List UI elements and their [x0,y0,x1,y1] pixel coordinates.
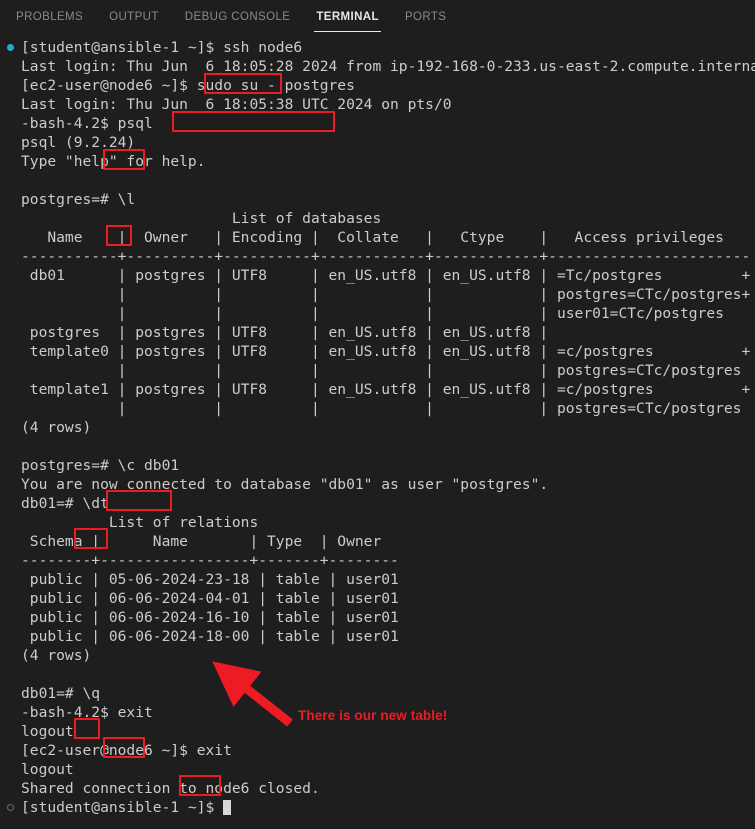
terminal-line-text: Type "help" for help. [21,153,206,170]
terminal-line-text: -----------+----------+----------+------… [21,248,751,265]
terminal-line-text: template1 | postgres | UTF8 | en_US.utf8… [21,381,751,398]
terminal-line: logout [0,722,755,741]
terminal-line: List of databases [0,209,755,228]
terminal-line: (4 rows) [0,418,755,437]
terminal-line: List of relations [0,513,755,532]
terminal-line-text: Schema | Name | Type | Owner [21,533,382,550]
terminal-line-text: public | 06-06-2024-18-00 | table | user… [21,628,399,645]
terminal-line: (4 rows) [0,646,755,665]
terminal-line-text: | | | | | user01=CTc/postgres [21,305,724,322]
terminal-line: postgres | postgres | UTF8 | en_US.utf8 … [0,323,755,342]
terminal-line: [ec2-user@node6 ~]$ sudo su - postgres [0,76,755,95]
tab-output[interactable]: OUTPUT [107,3,161,32]
terminal-line-text: psql (9.2.24) [21,134,136,151]
terminal-line-text: db01=# \dt [21,495,109,512]
terminal-line: Shared connection to node6 closed. [0,779,755,798]
terminal-line-text: Name | Owner | Encoding | Collate | Ctyp… [21,229,724,246]
tab-debug-console[interactable]: DEBUG CONSOLE [183,3,293,32]
terminal-line-text: [ec2-user@node6 ~]$ sudo su - postgres [21,77,355,94]
terminal-line: -bash-4.2$ psql [0,114,755,133]
terminal-line-text: You are now connected to database "db01"… [21,476,549,493]
terminal-line: [student@ansible-1 ~]$ [0,798,755,817]
tab-problems[interactable]: PROBLEMS [14,3,85,32]
terminal-line: | | | | | user01=CTc/postgres [0,304,755,323]
terminal-line-text: List of relations [21,514,259,531]
terminal-cursor [223,800,232,815]
terminal-line-text: logout [21,761,74,778]
terminal-output: [student@ansible-1 ~]$ ssh node6 Last log… [0,38,755,817]
tab-terminal[interactable]: TERMINAL [314,3,381,32]
terminal-line-text: logout [21,723,74,740]
tab-ports[interactable]: PORTS [403,3,448,32]
terminal-line: [ec2-user@node6 ~]$ exit [0,741,755,760]
terminal-line-text: postgres=# \c db01 [21,457,180,474]
terminal-line-text: template0 | postgres | UTF8 | en_US.utf8… [21,343,751,360]
terminal-line-text: public | 05-06-2024-23-18 | table | user… [21,571,399,588]
annotation-text: There is our new table! [298,708,448,723]
terminal-line: public | 06-06-2024-04-01 | table | user… [0,589,755,608]
terminal-line: Type "help" for help. [0,152,755,171]
terminal-line: public | 06-06-2024-18-00 | table | user… [0,627,755,646]
terminal-line: | | | | | postgres=CTc/postgres [0,399,755,418]
terminal-line: | | | | | postgres=CTc/postgres [0,361,755,380]
terminal-line-text: [ec2-user@node6 ~]$ exit [21,742,232,759]
terminal-line: --------+-----------------+-------+-----… [0,551,755,570]
terminal-line: Last login: Thu Jun 6 18:05:28 2024 from… [0,57,755,76]
terminal-line-text: postgres=# \l [21,191,136,208]
terminal-line-text: postgres | postgres | UTF8 | en_US.utf8 … [21,324,549,341]
panel-tab-bar: PROBLEMS OUTPUT DEBUG CONSOLE TERMINAL P… [0,0,755,36]
terminal-line: logout [0,760,755,779]
terminal-line-text: -bash-4.2$ psql [21,115,153,132]
terminal-line-text: Last login: Thu Jun 6 18:05:28 2024 from… [21,58,755,75]
terminal-line-text: (4 rows) [21,419,92,436]
terminal-line-text: -bash-4.2$ exit [21,704,153,721]
command-idle-marker-icon [7,804,14,811]
terminal-line-text: --------+-----------------+-------+-----… [21,552,399,569]
terminal-line-text: Shared connection to node6 closed. [21,780,320,797]
terminal-line: psql (9.2.24) [0,133,755,152]
terminal-line-text: db01=# \q [21,685,101,702]
terminal-line-text: (4 rows) [21,647,92,664]
terminal-line: template1 | postgres | UTF8 | en_US.utf8… [0,380,755,399]
terminal-line: Last login: Thu Jun 6 18:05:38 UTC 2024 … [0,95,755,114]
command-success-marker-icon [7,44,14,51]
terminal-line: db01 | postgres | UTF8 | en_US.utf8 | en… [0,266,755,285]
terminal-line-text: db01 | postgres | UTF8 | en_US.utf8 | en… [21,267,751,284]
terminal-line: Schema | Name | Type | Owner [0,532,755,551]
terminal-line: You are now connected to database "db01"… [0,475,755,494]
terminal-line-text: [student@ansible-1 ~]$ ssh node6 [21,39,303,56]
terminal-line-text: public | 06-06-2024-04-01 | table | user… [21,590,399,607]
terminal-line-text: | | | | | postgres=CTc/postgres+ [21,286,751,303]
terminal-line-text: | | | | | postgres=CTc/postgres [21,362,742,379]
terminal-line: Name | Owner | Encoding | Collate | Ctyp… [0,228,755,247]
terminal-line: postgres=# \c db01 [0,456,755,475]
terminal-line-text: [student@ansible-1 ~]$ [21,799,224,816]
terminal-line: -----------+----------+----------+------… [0,247,755,266]
terminal-line: | | | | | postgres=CTc/postgres+ [0,285,755,304]
terminal-line: db01=# \dt [0,494,755,513]
terminal-line-text: | | | | | postgres=CTc/postgres [21,400,742,417]
terminal-panel[interactable]: [student@ansible-1 ~]$ ssh node6 Last log… [0,36,755,829]
terminal-line: public | 05-06-2024-23-18 | table | user… [0,570,755,589]
terminal-line: template0 | postgres | UTF8 | en_US.utf8… [0,342,755,361]
terminal-line-text: public | 06-06-2024-16-10 | table | user… [21,609,399,626]
terminal-line: db01=# \q [0,684,755,703]
terminal-line-text: Last login: Thu Jun 6 18:05:38 UTC 2024 … [21,96,452,113]
terminal-line-text: List of databases [21,210,382,227]
terminal-line: public | 06-06-2024-16-10 | table | user… [0,608,755,627]
terminal-line: postgres=# \l [0,190,755,209]
terminal-line: [student@ansible-1 ~]$ ssh node6 [0,38,755,57]
